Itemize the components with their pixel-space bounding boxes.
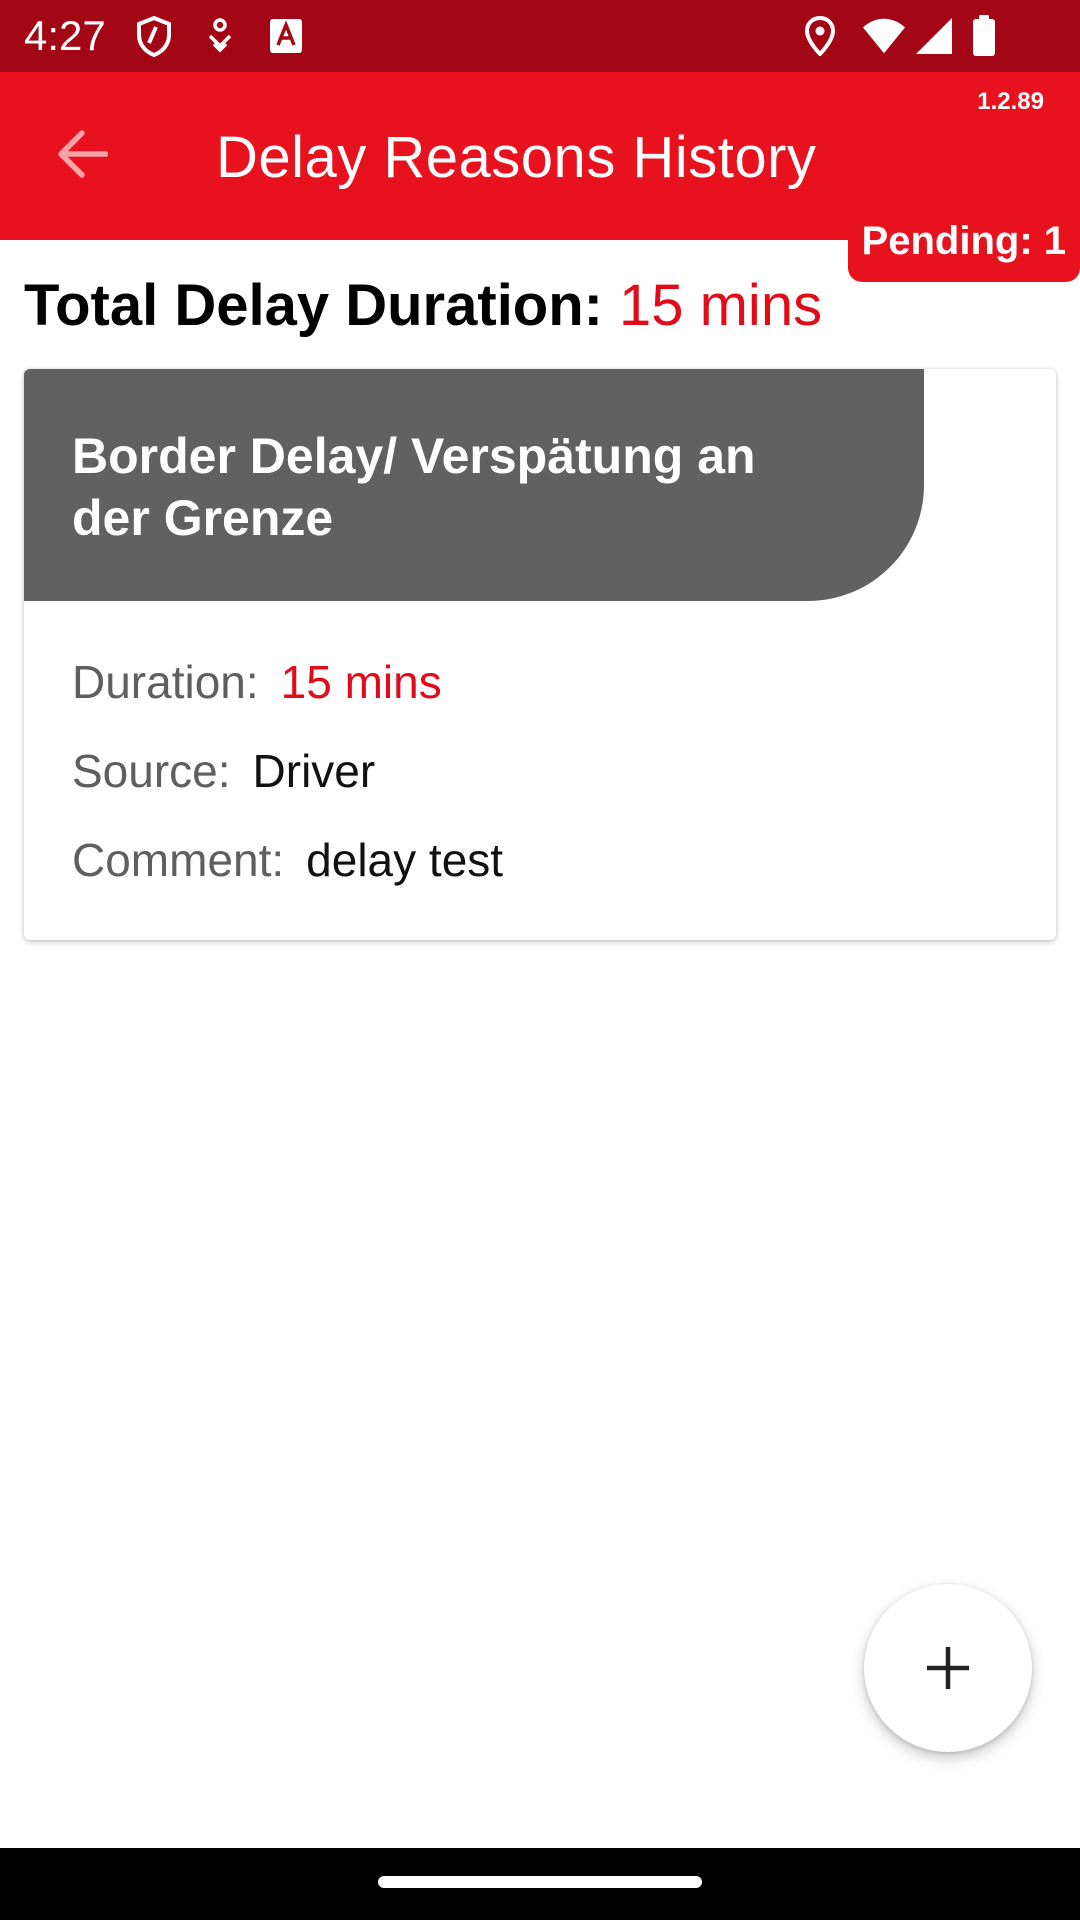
total-delay-label: Total Delay Duration: xyxy=(24,273,603,338)
back-button[interactable] xyxy=(40,112,124,196)
app-version: 1.2.89 xyxy=(977,88,1044,115)
delay-reason-card[interactable]: Border Delay/ Verspätung an der Grenze D… xyxy=(24,369,1056,940)
arrow-back-icon xyxy=(58,130,108,178)
comment-value: delay test xyxy=(306,834,504,886)
home-gesture-handle[interactable] xyxy=(378,1876,702,1888)
download-notification-icon xyxy=(198,14,242,58)
plus-icon xyxy=(927,1647,969,1689)
delay-reason-title: Border Delay/ Verspätung an der Grenze xyxy=(72,428,756,546)
source-label: Source: xyxy=(72,745,231,797)
font-a-icon xyxy=(264,14,308,58)
duration-label: Duration: xyxy=(72,656,259,708)
delay-card-header: Border Delay/ Verspätung an der Grenze xyxy=(24,369,924,601)
cell-signal-icon xyxy=(912,14,956,58)
source-value: Driver xyxy=(252,745,376,797)
battery-icon xyxy=(962,14,1006,58)
system-nav-bar xyxy=(0,1848,1080,1920)
comment-row: Comment: delay test xyxy=(72,833,503,887)
pending-badge[interactable]: Pending: 1 xyxy=(847,200,1080,282)
page-title: Delay Reasons History xyxy=(216,125,817,190)
status-bar: 4:27 xyxy=(0,0,1080,72)
duration-value: 15 mins xyxy=(280,656,442,708)
duration-row: Duration: 15 mins xyxy=(72,655,442,709)
wifi-icon xyxy=(862,14,906,58)
source-row: Source: Driver xyxy=(72,744,375,798)
shield-icon xyxy=(132,14,176,58)
total-delay-summary: Total Delay Duration: 15 mins xyxy=(24,272,822,340)
add-delay-button[interactable] xyxy=(864,1584,1032,1752)
comment-label: Comment: xyxy=(72,834,285,886)
total-delay-value: 15 mins xyxy=(618,273,823,338)
location-icon xyxy=(798,14,842,58)
status-time: 4:27 xyxy=(24,12,106,59)
